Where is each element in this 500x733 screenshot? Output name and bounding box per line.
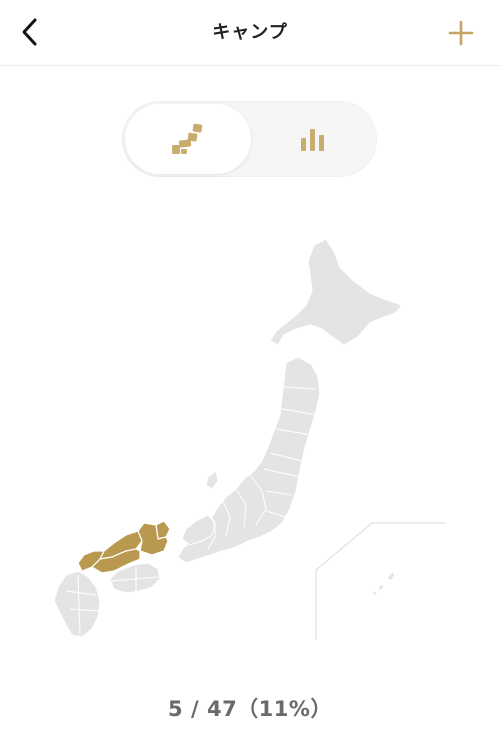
japan-prefecture-map — [40, 225, 470, 655]
chugoku-visited[interactable] — [77, 520, 171, 574]
page-title: キャンプ — [212, 22, 288, 43]
screen: キャンプ 5 / 47（11%） — [0, 0, 500, 733]
tab-map-view[interactable] — [125, 104, 251, 174]
header: キャンプ — [0, 0, 500, 66]
okinawa-inset-frame — [315, 522, 446, 640]
tab-stats-view[interactable] — [250, 104, 376, 174]
view-toggle — [122, 101, 377, 177]
bar-chart-icon — [301, 129, 324, 151]
prefecture-hokkaido[interactable] — [269, 238, 403, 346]
okinawa-islands[interactable] — [372, 571, 396, 597]
japan-map-icon — [172, 123, 203, 154]
add-button[interactable] — [444, 16, 478, 50]
plus-icon — [448, 20, 474, 46]
visited-count: 5 / 47（11%） — [168, 697, 332, 721]
kyushu-unvisited[interactable] — [53, 570, 101, 638]
